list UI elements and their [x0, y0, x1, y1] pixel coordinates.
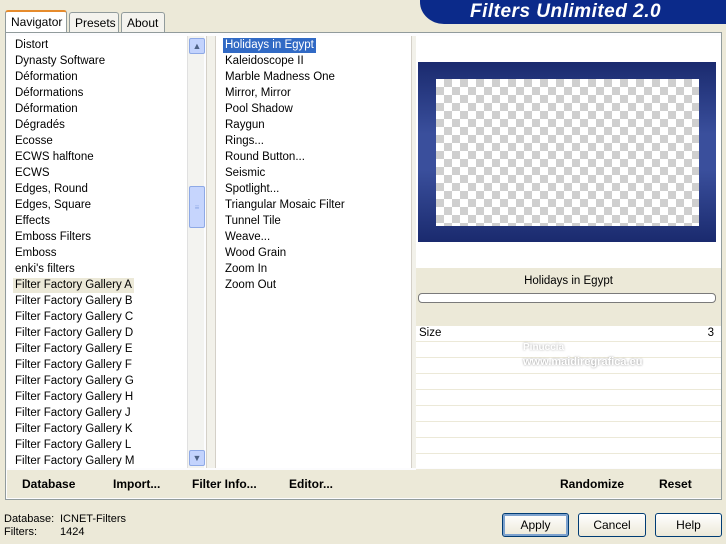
- scroll-up-icon[interactable]: ▲: [189, 38, 205, 54]
- param-name: Size: [419, 327, 442, 339]
- param-row-empty: [416, 374, 721, 390]
- category-item[interactable]: Distort: [13, 38, 50, 53]
- category-item[interactable]: ECWS: [13, 166, 52, 181]
- filter-item[interactable]: Wood Grain: [223, 246, 288, 261]
- filter-item[interactable]: Round Button...: [223, 150, 307, 165]
- category-item[interactable]: Filter Factory Gallery H: [13, 390, 135, 405]
- help-button[interactable]: Help: [655, 513, 722, 537]
- category-list[interactable]: Distort Dynasty Software Déformation Déform…: [7, 36, 187, 468]
- preview-transparency: [436, 79, 699, 226]
- filters-count: 1424: [60, 526, 85, 538]
- category-item[interactable]: Filter Factory Gallery C: [13, 310, 135, 325]
- category-item[interactable]: Emboss: [13, 246, 59, 261]
- selected-filter-name: Holidays in Egypt: [524, 275, 613, 287]
- scroll-thumb[interactable]: ≡: [189, 186, 205, 228]
- tab-presets[interactable]: Presets: [69, 12, 119, 32]
- category-item[interactable]: Filter Factory Gallery G: [13, 374, 136, 389]
- category-item[interactable]: Filter Factory Gallery K: [13, 422, 135, 437]
- category-scrollbar[interactable]: ▲ ≡ ▼: [187, 36, 205, 468]
- filter-item[interactable]: Triangular Mosaic Filter: [223, 198, 347, 213]
- category-item[interactable]: Déformation: [13, 70, 80, 85]
- category-item[interactable]: Ecosse: [13, 134, 55, 149]
- param-row-empty: [416, 390, 721, 406]
- category-item[interactable]: Déformation: [13, 102, 80, 117]
- lists-divider: [206, 36, 216, 468]
- apply-button[interactable]: Apply: [502, 513, 569, 537]
- import-button[interactable]: Import...: [113, 477, 160, 491]
- category-item[interactable]: Filter Factory Gallery A: [13, 278, 134, 293]
- randomize-button[interactable]: Randomize: [560, 477, 624, 491]
- watermark-name: Pinuccia: [523, 342, 565, 353]
- category-item[interactable]: Déformations: [13, 86, 85, 101]
- filter-item[interactable]: Seismic: [223, 166, 267, 181]
- category-item[interactable]: Filter Factory Gallery D: [13, 326, 135, 341]
- filter-item[interactable]: Rings...: [223, 134, 266, 149]
- category-item[interactable]: Filter Factory Gallery M: [13, 454, 137, 468]
- cancel-button[interactable]: Cancel: [578, 513, 646, 537]
- parameter-panel: Size 3: [416, 326, 721, 470]
- filter-item[interactable]: Zoom Out: [223, 278, 278, 293]
- filter-item[interactable]: Raygun: [223, 118, 267, 133]
- param-row-empty: [416, 438, 721, 454]
- param-value: 3: [707, 327, 714, 339]
- database-button[interactable]: Database: [22, 477, 75, 491]
- filters-label: Filters:: [4, 526, 37, 538]
- database-label: Database:: [4, 513, 55, 525]
- category-item[interactable]: Emboss Filters: [13, 230, 93, 245]
- filter-item[interactable]: Zoom In: [223, 262, 269, 277]
- category-item[interactable]: Filter Factory Gallery L: [13, 438, 133, 453]
- param-row-empty: [416, 422, 721, 438]
- param-row-size[interactable]: Size 3: [416, 326, 721, 342]
- filter-item[interactable]: Weave...: [223, 230, 272, 245]
- category-item[interactable]: Effects: [13, 214, 52, 229]
- app-title: Filters Unlimited 2.0: [470, 1, 662, 22]
- category-item[interactable]: Dégradés: [13, 118, 67, 133]
- param-row-empty: [416, 406, 721, 422]
- param-row-empty: [416, 454, 721, 470]
- reset-button[interactable]: Reset: [659, 477, 692, 491]
- filter-item[interactable]: Marble Madness One: [223, 70, 337, 85]
- scroll-down-icon[interactable]: ▼: [189, 450, 205, 466]
- category-item[interactable]: Edges, Square: [13, 198, 93, 213]
- category-item[interactable]: Dynasty Software: [13, 54, 107, 69]
- progress-bar: [418, 293, 716, 303]
- category-item[interactable]: ECWS halftone: [13, 150, 96, 165]
- tab-about[interactable]: About: [121, 12, 165, 32]
- watermark-url: www.maidiregrafica.eu: [523, 356, 643, 368]
- category-item[interactable]: Filter Factory Gallery J: [13, 406, 133, 421]
- category-item[interactable]: Filter Factory Gallery F: [13, 358, 134, 373]
- tab-navigator[interactable]: Navigator: [5, 10, 67, 33]
- filter-item[interactable]: Tunnel Tile: [223, 214, 283, 229]
- category-item[interactable]: Edges, Round: [13, 182, 90, 197]
- filter-item[interactable]: Holidays in Egypt: [223, 38, 316, 53]
- filter-info-button[interactable]: Filter Info...: [192, 477, 257, 491]
- editor-button[interactable]: Editor...: [289, 477, 333, 491]
- filter-item[interactable]: Pool Shadow: [223, 102, 295, 117]
- category-item[interactable]: Filter Factory Gallery B: [13, 294, 135, 309]
- filter-item[interactable]: Spotlight...: [223, 182, 281, 197]
- filter-list[interactable]: Holidays in Egypt Kaleidoscope II Marble M…: [216, 36, 411, 468]
- category-item[interactable]: enki's filters: [13, 262, 77, 277]
- filter-item[interactable]: Kaleidoscope II: [223, 54, 306, 69]
- filter-item[interactable]: Mirror, Mirror: [223, 86, 293, 101]
- category-item[interactable]: Filter Factory Gallery E: [13, 342, 135, 357]
- database-value: ICNET-Filters: [60, 513, 126, 525]
